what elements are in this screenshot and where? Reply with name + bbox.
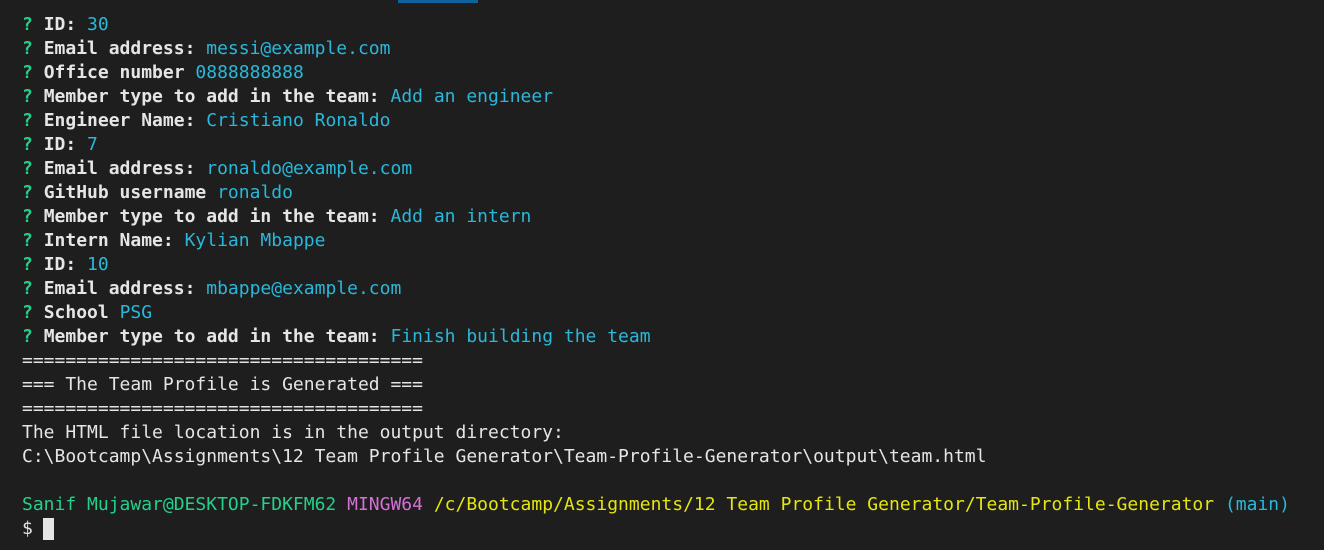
question-mark-icon: ? xyxy=(22,38,33,59)
question-label: Engineer Name: xyxy=(43,110,196,131)
question-label: Member type to add in the team: xyxy=(43,326,380,347)
current-directory: /c/Bootcamp/Assignments/12 Team Profile … xyxy=(433,494,1215,515)
question-answer: Add an engineer xyxy=(390,86,554,107)
question-mark-icon: ? xyxy=(22,182,33,203)
question-mark-icon: ? xyxy=(22,110,33,131)
prompt-line: ? Intern Name: Kylian Mbappe xyxy=(22,229,1324,253)
question-label: Email address: xyxy=(43,278,196,299)
user-host: Sanif Mujawar@DESKTOP-FDKFM62 xyxy=(22,494,337,515)
prompt-line: ? ID: 30 xyxy=(22,13,1324,37)
question-label: Office number xyxy=(43,62,185,83)
prompt-line: ? Office number 0888888888 xyxy=(22,61,1324,85)
question-label: Member type to add in the team: xyxy=(43,86,380,107)
prompt-line: ? ID: 10 xyxy=(22,253,1324,277)
question-label: Email address: xyxy=(43,158,196,179)
question-answer: PSG xyxy=(119,302,153,323)
active-tab-indicator xyxy=(398,0,478,3)
prompt-line: ? Email address: ronaldo@example.com xyxy=(22,157,1324,181)
prompt-line: ? ID: 7 xyxy=(22,133,1324,157)
prompt-line: ? Email address: messi@example.com xyxy=(22,37,1324,61)
question-mark-icon: ? xyxy=(22,326,33,347)
question-label: Intern Name: xyxy=(43,230,174,251)
question-label: ID: xyxy=(43,134,77,155)
prompt-line: ? Member type to add in the team: Finish… xyxy=(22,325,1324,349)
question-label: Member type to add in the team: xyxy=(43,206,380,227)
question-label: Email address: xyxy=(43,38,196,59)
prompt-symbol: $ xyxy=(22,518,33,539)
divider-line: ===================================== xyxy=(22,398,423,419)
question-answer: 0888888888 xyxy=(195,62,304,83)
question-answer: ronaldo@example.com xyxy=(206,158,413,179)
question-answer: mbappe@example.com xyxy=(206,278,402,299)
question-label: School xyxy=(43,302,109,323)
output-file-path: C:\Bootcamp\Assignments\12 Team Profile … xyxy=(22,446,987,467)
question-answer: Cristiano Ronaldo xyxy=(206,110,391,131)
prompt-line: ? School PSG xyxy=(22,301,1324,325)
divider-line: ===================================== xyxy=(22,350,423,371)
question-label: ID: xyxy=(43,254,77,275)
question-mark-icon: ? xyxy=(22,134,33,155)
shell-name: MINGW64 xyxy=(347,494,423,515)
question-mark-icon: ? xyxy=(22,62,33,83)
question-answer: ronaldo xyxy=(217,182,293,203)
prompt-line: ? Email address: mbappe@example.com xyxy=(22,277,1324,301)
question-answer: Finish building the team xyxy=(390,326,651,347)
question-label: ID: xyxy=(43,14,77,35)
question-mark-icon: ? xyxy=(22,278,33,299)
terminal-panel[interactable]: ? ID: 30 ? Email address: messi@example.… xyxy=(0,0,1324,550)
question-answer: 10 xyxy=(87,254,109,275)
question-mark-icon: ? xyxy=(22,158,33,179)
git-branch: (main) xyxy=(1224,494,1290,515)
terminal-output: ? ID: 30 ? Email address: messi@example.… xyxy=(22,13,1324,541)
generated-heading: === The Team Profile is Generated === xyxy=(22,374,423,395)
shell-prompt-header: Sanif Mujawar@DESKTOP-FDKFM62 MINGW64 /c… xyxy=(22,493,1324,517)
question-mark-icon: ? xyxy=(22,302,33,323)
question-answer: 7 xyxy=(87,134,98,155)
prompt-line: ? Member type to add in the team: Add an… xyxy=(22,85,1324,109)
text-cursor[interactable] xyxy=(42,518,54,540)
question-label: GitHub username xyxy=(43,182,207,203)
output-location-text: The HTML file location is in the output … xyxy=(22,422,564,443)
question-answer: messi@example.com xyxy=(206,38,391,59)
question-answer: Add an intern xyxy=(390,206,532,227)
question-answer: 30 xyxy=(87,14,109,35)
prompt-line: ? Member type to add in the team: Add an… xyxy=(22,205,1324,229)
command-input-line[interactable]: $ xyxy=(22,517,1324,541)
question-mark-icon: ? xyxy=(22,206,33,227)
question-answer: Kylian Mbappe xyxy=(184,230,326,251)
question-mark-icon: ? xyxy=(22,254,33,275)
question-mark-icon: ? xyxy=(22,14,33,35)
prompt-line: ? GitHub username ronaldo xyxy=(22,181,1324,205)
prompt-line: ? Engineer Name: Cristiano Ronaldo xyxy=(22,109,1324,133)
question-mark-icon: ? xyxy=(22,86,33,107)
question-mark-icon: ? xyxy=(22,230,33,251)
